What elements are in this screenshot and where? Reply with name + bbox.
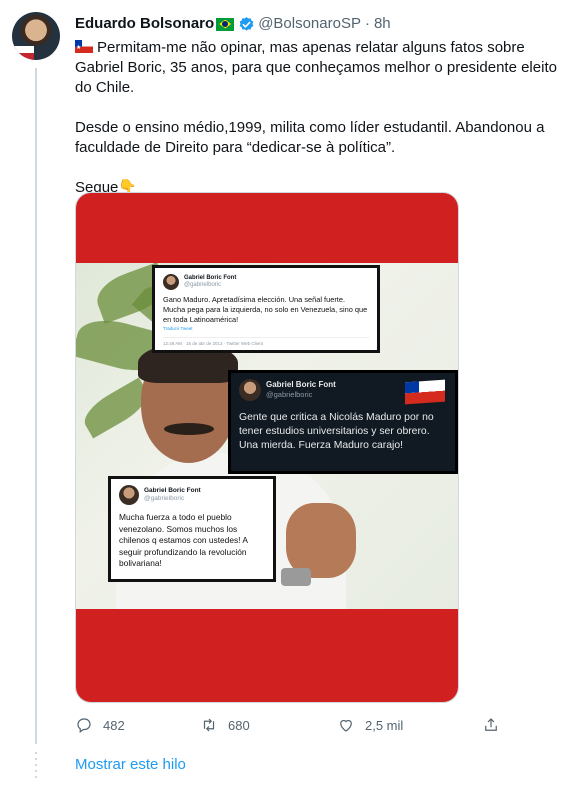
chile-flag-icon	[405, 379, 445, 405]
thread-line	[35, 68, 37, 744]
retweet-button[interactable]: 680	[200, 713, 250, 737]
card-author-name: Gabriel Boric Font	[144, 487, 201, 494]
card-translate-link: Traducir Tweet	[163, 326, 193, 331]
verified-badge-icon	[239, 16, 254, 31]
red-banner-bottom	[76, 609, 458, 702]
thread-continuation-dots	[35, 752, 37, 782]
tweet-actions: 482 680 2,5 mil	[75, 713, 505, 737]
show-thread-link[interactable]: Mostrar este hilo	[75, 756, 186, 773]
share-icon	[485, 718, 497, 731]
embedded-tweet-card-3: Gabriel Boric Font @gabrielboric Mucha f…	[108, 476, 276, 582]
reply-count: 482	[103, 717, 125, 733]
person-moustache	[164, 423, 214, 435]
author-avatar[interactable]	[12, 12, 60, 60]
like-button[interactable]: 2,5 mil	[337, 713, 403, 737]
heart-icon	[340, 719, 352, 732]
author-handle[interactable]: @BolsonaroSP	[258, 14, 361, 34]
like-count: 2,5 mil	[365, 717, 404, 733]
card-text: Gente que critica a Nicolás Maduro por n…	[239, 412, 434, 451]
boric-avatar-icon	[239, 379, 261, 401]
dot-separator: ·	[364, 15, 370, 32]
person-hand	[286, 503, 356, 578]
card-author-handle: @gabrielboric	[144, 495, 185, 502]
card-text: Gano Maduro. Apretadísima elección. Una …	[163, 295, 368, 324]
share-button[interactable]	[482, 713, 500, 737]
retweet-count: 680	[228, 717, 250, 733]
chile-flag-icon	[75, 38, 93, 58]
tweet-time[interactable]: 8h	[374, 14, 391, 34]
boric-avatar-icon	[119, 485, 139, 505]
tweet-paragraph-2: Desde o ensino médio,1999, milita como l…	[75, 119, 545, 156]
card-author-handle: @gabrielboric	[184, 282, 222, 288]
card-author-name: Gabriel Boric Font	[266, 380, 336, 389]
author-name[interactable]: Eduardo Bolsonaro	[75, 14, 214, 34]
card-author-handle: @gabrielboric	[266, 390, 313, 399]
reply-button[interactable]: 482	[75, 713, 125, 737]
retweet-icon	[203, 718, 215, 732]
embedded-tweet-card-2: Gabriel Boric Font @gabrielboric Gente q…	[228, 370, 458, 474]
tweet-header: Eduardo Bolsonaro @BolsonaroSP · 8h	[75, 14, 391, 34]
red-banner-top	[76, 193, 458, 263]
embedded-tweet-card-1: Gabriel Boric Font @gabrielboric Gano Ma…	[152, 265, 380, 353]
brazil-flag-icon	[216, 17, 235, 31]
tweet-text: Permitam-me não opinar, mas apenas relat…	[75, 38, 575, 198]
card-meta: 12:48 AM · 15 de abr de 2013 · Twitter W…	[163, 337, 369, 346]
chile-flag-badge	[12, 46, 34, 60]
tweet-paragraph-1: Permitam-me não opinar, mas apenas relat…	[75, 38, 575, 98]
reply-icon	[77, 718, 91, 733]
card-author-name: Gabriel Boric Font	[184, 275, 237, 281]
tweet-image[interactable]: Gabriel Boric Font @gabrielboric Gano Ma…	[75, 192, 459, 703]
person-watch	[281, 568, 311, 586]
card-text: Mucha fuerza a todo el pueblo venezolano…	[119, 512, 248, 568]
boric-avatar-icon	[163, 274, 179, 290]
